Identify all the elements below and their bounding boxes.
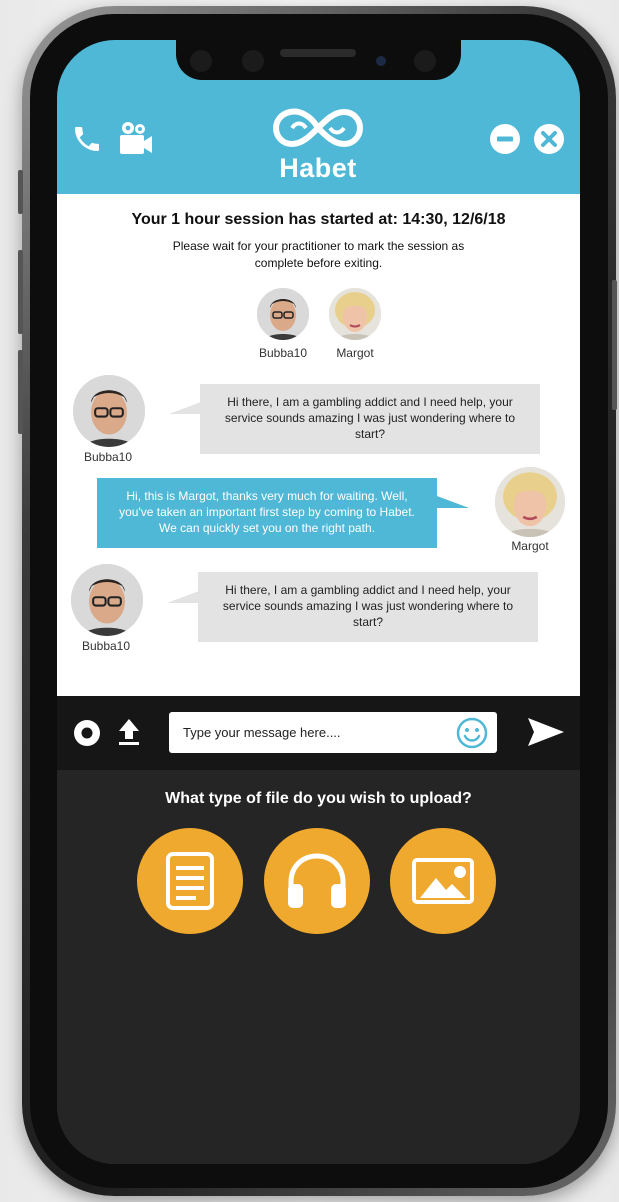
upload-icon[interactable] [117,717,141,752]
upload-panel: What type of file do you wish to upload? [57,770,580,1164]
avatar-bubba10 [257,288,309,340]
image-icon [412,858,474,904]
message-sender: Margot [511,539,549,553]
front-camera [376,56,386,66]
message-bubble: Hi there, I am a gambling addict and I n… [198,572,538,642]
record-icon[interactable] [73,719,101,752]
upload-image-button[interactable] [390,828,496,934]
upload-document-button[interactable] [137,828,243,934]
video-camera-icon[interactable] [117,120,153,163]
brand-name: Habet [279,153,357,183]
phone-icon[interactable] [71,122,103,161]
message-avatar-bubba10 [71,564,143,636]
session-title: Your 1 hour session has started at: 14:3… [131,211,506,228]
message-avatar-margot [495,467,565,537]
bubble-tail [437,496,469,508]
face-sensor [414,50,436,72]
earpiece-speaker [280,49,356,57]
headphones-icon [288,853,346,908]
avatar-margot [329,288,381,340]
message-input-bar [57,696,580,770]
send-icon[interactable] [527,716,565,753]
habet-logo: Habet [272,104,364,184]
participant-name: Margot [336,346,374,360]
side-button-right [612,280,617,410]
participant-name: Bubba10 [258,346,308,360]
message-sender: Bubba10 [83,450,133,464]
face-sensor [190,50,212,72]
message-sender: Bubba10 [81,639,131,653]
close-icon[interactable] [534,124,564,159]
face-sensor [242,50,264,72]
chat-area[interactable]: Your 1 hour session has started at: 14:3… [57,194,580,696]
notch [176,40,461,80]
message-bubble: Hi, this is Margot, thanks very much for… [97,478,437,548]
minimize-icon[interactable] [490,124,520,159]
side-button-left-top [18,170,23,214]
message-bubble: Hi there, I am a gambling addict and I n… [200,384,540,454]
bubble-tail [167,591,199,603]
message-input[interactable] [169,712,497,753]
message-avatar-bubba10 [73,375,145,447]
document-icon [166,852,214,910]
phone-screen: Habet Your 1 hour session has started at… [57,40,580,1164]
upload-audio-button[interactable] [264,828,370,934]
bubble-tail [169,402,201,414]
session-subtitle: Please wait for your practitioner to mar… [172,239,465,270]
emoji-icon[interactable] [456,717,488,754]
side-button-left-bottom [18,350,23,434]
side-button-left-mid [18,250,23,334]
upload-title: What type of file do you wish to upload? [165,790,472,807]
infinity-logo-icon [272,108,364,148]
